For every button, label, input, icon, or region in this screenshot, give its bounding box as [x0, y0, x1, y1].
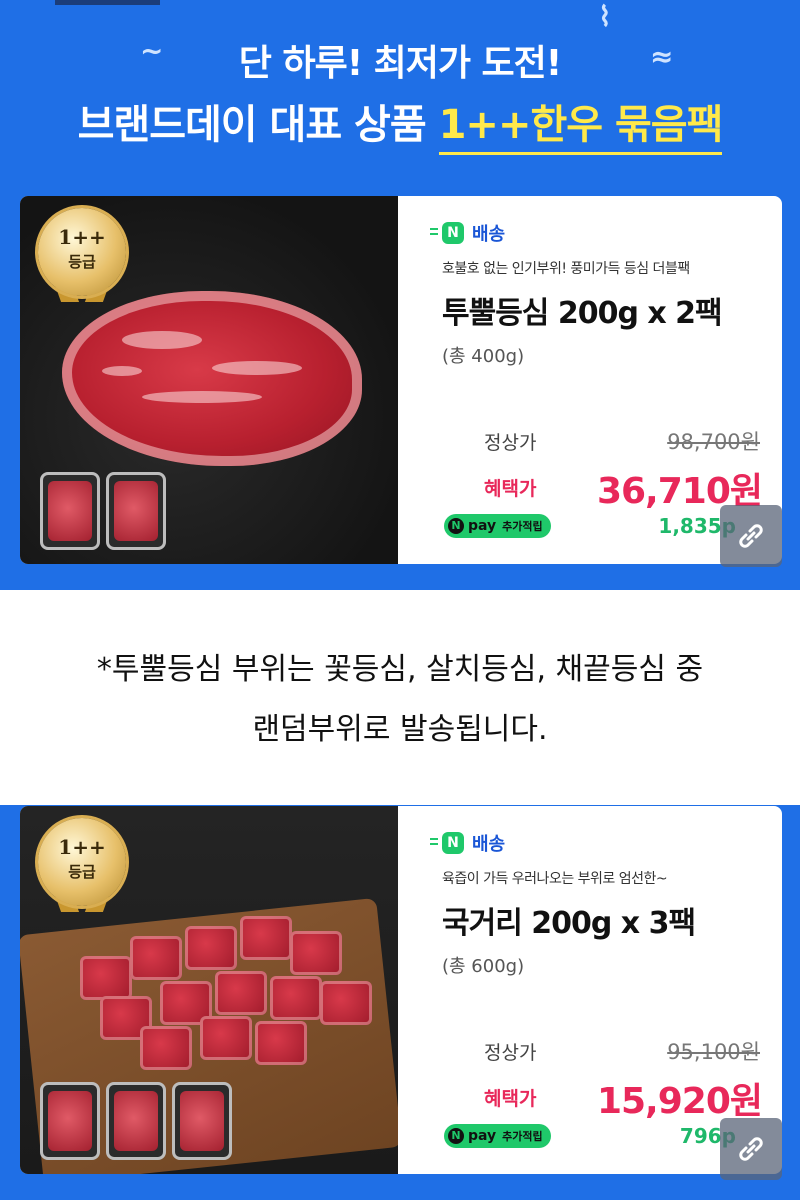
product-image: 1++ 등급 — [20, 196, 398, 564]
subhead-highlight: 1++한우 묶음팩 — [438, 102, 723, 155]
package-thumbnail — [40, 472, 100, 550]
npay-logo-icon: N — [448, 518, 464, 534]
npay-logo-icon: N — [448, 1128, 464, 1144]
delivery-n-icon: N — [430, 832, 464, 854]
notice-line-2: 랜덤부위로 발송됩니다. — [252, 712, 548, 747]
delivery-n-icon: N — [430, 222, 464, 244]
product-total: (총 600g) — [442, 956, 525, 977]
grade-label: 등급 — [68, 863, 96, 881]
product-image: 1++ 등급 — [20, 806, 398, 1174]
package-thumbnail — [106, 472, 166, 550]
npay-points-badge: N pay 추가적립 — [444, 514, 551, 538]
package-thumbnail — [40, 1082, 100, 1160]
regular-price: 98,700원 — [667, 430, 760, 454]
regular-price-label: 정상가 — [484, 1042, 537, 1064]
npay-label: 추가적립 — [502, 520, 543, 533]
regular-price-label: 정상가 — [484, 432, 537, 454]
shipping-notice: *투뿔등심 부위는 꽃등심, 살치등심, 채끝등심 중 랜덤부위로 발송됩니다. — [0, 640, 800, 760]
product-total: (총 400g) — [442, 346, 525, 367]
benefit-price: 15,920원 — [596, 1081, 763, 1122]
grade-text: 1++ — [58, 225, 106, 249]
grade-badge: 1++ 등급 — [38, 818, 126, 906]
product-name: 국거리 200g x 3팩 — [442, 906, 696, 941]
shipping-label: 배송 — [472, 834, 506, 855]
subhead-prefix: 브랜드데이 대표 상품 — [77, 102, 439, 148]
banner-headline: 단 하루! 최저가 도전! — [238, 43, 562, 84]
confetti-icon: ⌇ — [598, 0, 612, 33]
product-card[interactable]: 1++ 등급 N 배송 육즙이 가득 우러나오는 부위로 엄선한~ 국거리 20… — [20, 806, 782, 1174]
banner-subhead: 브랜드데이 대표 상품 1++한우 묶음팩 — [0, 92, 800, 155]
product-description: 육즙이 가득 우러나오는 부위로 엄선한~ — [442, 871, 668, 887]
npay-points-badge: N pay 추가적립 — [444, 1124, 551, 1148]
shipping-tag: N 배송 — [430, 830, 506, 856]
npay-label: 추가적립 — [502, 1130, 543, 1143]
product-card[interactable]: 1++ 등급 N 배송 호불호 없는 인기부위! 풍미가득 등심 더블팩 투뿔등… — [20, 196, 782, 564]
top-indicator — [55, 0, 160, 5]
benefit-price-label: 혜택가 — [484, 478, 537, 500]
shipping-label: 배송 — [472, 224, 506, 245]
promo-banner: ~ ⌇ ≈ 단 하루! 최저가 도전! 브랜드데이 대표 상품 1++한우 묶음… — [0, 0, 800, 590]
benefit-price-label: 혜택가 — [484, 1088, 537, 1110]
regular-price: 95,100원 — [667, 1040, 760, 1064]
notice-line-1: *투뿔등심 부위는 꽃등심, 살치등심, 채끝등심 중 — [96, 652, 704, 687]
product-promo-page: ~ ⌇ ≈ 단 하루! 최저가 도전! 브랜드데이 대표 상품 1++한우 묶음… — [0, 0, 800, 1200]
link-icon[interactable] — [720, 505, 782, 567]
grade-label: 등급 — [68, 253, 96, 271]
steak-image — [62, 291, 362, 466]
package-thumbnail — [172, 1082, 232, 1160]
product-name: 투뿔등심 200g x 2팩 — [442, 296, 723, 331]
grade-text: 1++ — [58, 835, 106, 859]
product-description: 호불호 없는 인기부위! 풍미가득 등심 더블팩 — [442, 261, 690, 277]
shipping-tag: N 배송 — [430, 220, 506, 246]
package-thumbnail — [106, 1082, 166, 1160]
npay-text: pay — [468, 1128, 497, 1144]
npay-text: pay — [468, 518, 497, 534]
link-icon[interactable] — [720, 1118, 782, 1180]
grade-badge: 1++ 등급 — [38, 208, 126, 296]
